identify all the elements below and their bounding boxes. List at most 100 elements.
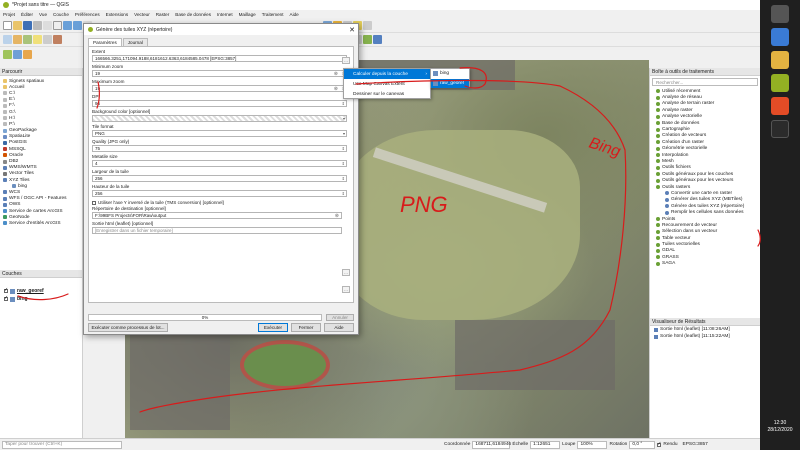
menu-vecteur[interactable]: Vecteur xyxy=(134,12,150,17)
result-item[interactable]: Sortie html (leaflet) [11:08:26AM] xyxy=(650,326,760,333)
open-project-icon[interactable] xyxy=(13,21,22,30)
dpi-input[interactable]: 96 ⇕ xyxy=(92,100,347,107)
toolbox-panel-title: Boîte à outils de traitements xyxy=(650,68,760,76)
tile-height-input[interactable]: 256 ⇕ xyxy=(92,190,347,197)
add-raster-icon[interactable] xyxy=(13,49,22,59)
edit-icon[interactable] xyxy=(33,35,42,44)
batch-process-button[interactable]: Exécuter comme processus de lot... xyxy=(88,323,168,332)
tile-width-input[interactable]: 256 ⇕ xyxy=(92,175,347,182)
vector-icon[interactable] xyxy=(23,35,32,44)
menu-base-de-donnees[interactable]: Base de données xyxy=(175,12,211,17)
zoom-field[interactable]: 100% xyxy=(577,440,608,449)
results-viewer-panel: Visualiseur de Résultats Sortie html (le… xyxy=(649,318,760,438)
spinbox-arrows-icon[interactable]: ⇕ xyxy=(342,191,345,196)
menu-internet[interactable]: Internet xyxy=(217,12,233,17)
layer-raw-georef[interactable]: raw_georef xyxy=(0,287,82,295)
spinbox-arrows-icon[interactable]: ⇕ xyxy=(342,101,345,106)
provider-icon xyxy=(656,133,660,138)
taskbar-app-icon[interactable] xyxy=(771,97,789,115)
print-layout-icon[interactable] xyxy=(33,21,42,30)
menu-item-calculate-from-layer[interactable]: Calculer depuis la couche › xyxy=(344,69,430,79)
output-dir-browse-button[interactable]: … xyxy=(342,269,350,276)
menu-vue[interactable]: Vue xyxy=(39,12,47,17)
new-project-icon[interactable] xyxy=(3,21,12,30)
submenu-item-bing[interactable]: bing xyxy=(431,69,469,79)
submenu-item-raw-georef[interactable]: raw_georef xyxy=(431,78,469,88)
tms-checkbox-row[interactable]: Utiliser l'axe Y inversé de la tuile (TM… xyxy=(92,199,350,206)
html-output-input[interactable]: [Enregistrer dans un fichier temporaire] xyxy=(92,227,342,234)
zoom-out-icon[interactable] xyxy=(73,21,82,30)
max-zoom-input[interactable]: 19⊗⇕ xyxy=(92,85,347,92)
layer-bing[interactable]: bing xyxy=(0,295,82,303)
crs-button[interactable]: EPSG:3857 xyxy=(683,442,708,447)
output-dir-input[interactable]: F:\99BFS Projects\FOR\Raw\output ⊗ xyxy=(92,212,342,219)
clear-icon[interactable]: ⊗ xyxy=(334,71,338,77)
menu-maillage[interactable]: Maillage xyxy=(239,12,256,17)
extent-menu-button[interactable]: … xyxy=(342,57,350,64)
layout-manager-icon[interactable] xyxy=(43,21,52,30)
taskbar-app-icon[interactable] xyxy=(771,28,789,46)
menu-projet[interactable]: Projet xyxy=(3,12,15,17)
taskbar-app-icon[interactable] xyxy=(771,5,789,23)
menu-traitement[interactable]: Traitement xyxy=(262,12,284,17)
min-zoom-input[interactable]: 19⊗⇕ xyxy=(92,70,347,77)
tms-checkbox[interactable] xyxy=(92,200,96,205)
coord-field[interactable]: 168711,6184946 xyxy=(472,440,511,449)
qgis-icon[interactable] xyxy=(771,74,789,92)
menu-raster[interactable]: Raster xyxy=(156,12,170,17)
clear-icon[interactable]: ⊗ xyxy=(335,213,339,219)
node-tool-icon[interactable] xyxy=(43,35,52,44)
folder-icon[interactable] xyxy=(771,51,789,69)
rotation-field[interactable]: 0,0 ° xyxy=(629,440,656,449)
zoom-in-icon[interactable] xyxy=(63,21,72,30)
render-checkbox[interactable] xyxy=(657,441,662,447)
menu-preferences[interactable]: Préférences xyxy=(75,12,100,17)
urban-area xyxy=(455,320,615,390)
layer-visibility-checkbox[interactable] xyxy=(4,295,8,301)
plugin-icon[interactable] xyxy=(363,35,372,44)
chevron-down-icon[interactable]: ▾ xyxy=(343,131,345,136)
close-icon[interactable]: ✕ xyxy=(346,26,358,34)
tab-journal[interactable]: Journal xyxy=(122,38,148,46)
menu-extensions[interactable]: Extensions xyxy=(106,12,128,17)
metatile-size-input[interactable]: 4 ⇕ xyxy=(92,160,347,167)
close-button[interactable]: Fermer xyxy=(291,323,321,332)
menu-editer[interactable]: Éditer xyxy=(21,12,33,17)
layer-visibility-checkbox[interactable] xyxy=(4,287,8,293)
result-item[interactable]: Sortie html (leaflet) [11:15:22AM] xyxy=(650,333,760,340)
add-vector-icon[interactable] xyxy=(3,49,12,59)
help-button[interactable]: Aide xyxy=(324,323,354,332)
cancel-button[interactable]: Annuler xyxy=(326,314,354,321)
digitize-icon[interactable] xyxy=(13,35,22,44)
add-db-icon[interactable] xyxy=(23,49,32,59)
tile-format-select[interactable]: PNG ▾ xyxy=(92,130,347,137)
run-button[interactable]: Exécuter xyxy=(258,323,288,332)
save-project-icon[interactable] xyxy=(23,21,32,30)
extent-input[interactable]: 166566.3251,171094.9188,6181612.6363,618… xyxy=(92,55,347,62)
browser-item-arcgis-feature[interactable]: Service d'entités ArcGIS xyxy=(3,220,82,226)
toolbox-search-input[interactable]: Rechercher... xyxy=(652,78,758,86)
html-output-browse-button[interactable]: … xyxy=(342,286,350,293)
menu-item-use-canvas-extent[interactable]: Use Map Canvas Extent xyxy=(344,79,430,89)
background-color-picker[interactable]: ▾ xyxy=(92,115,347,122)
arcgis-icon xyxy=(3,209,7,214)
menu-aide[interactable]: Aide xyxy=(290,12,299,17)
quality-input[interactable]: 75 ⇕ xyxy=(92,145,347,152)
taskbar-app-icon[interactable] xyxy=(771,120,789,138)
tab-parametres[interactable]: Paramètres xyxy=(88,38,122,46)
menu-couche[interactable]: Couche xyxy=(53,12,69,17)
python-console-icon[interactable] xyxy=(373,35,382,44)
cut-icon[interactable] xyxy=(53,35,62,44)
clear-icon[interactable]: ⊗ xyxy=(334,86,338,92)
scale-field[interactable]: 1:12651 xyxy=(530,440,561,449)
spinbox-arrows-icon[interactable]: ⇕ xyxy=(342,161,345,166)
menu-item-draw-on-canvas[interactable]: Dessiner sur le canevas xyxy=(344,89,430,99)
toolbox-item[interactable]: SAGA xyxy=(656,261,760,267)
chevron-down-icon[interactable]: ▾ xyxy=(343,116,345,121)
spinbox-arrows-icon[interactable]: ⇕ xyxy=(342,146,345,151)
pan-icon[interactable] xyxy=(53,21,62,30)
locator-search-input[interactable]: Taper pour trouver (Ctrl+K) xyxy=(2,440,122,449)
text-annotation-icon[interactable] xyxy=(363,21,372,30)
add-layer-icon[interactable] xyxy=(3,35,12,44)
spinbox-arrows-icon[interactable]: ⇕ xyxy=(342,176,345,181)
